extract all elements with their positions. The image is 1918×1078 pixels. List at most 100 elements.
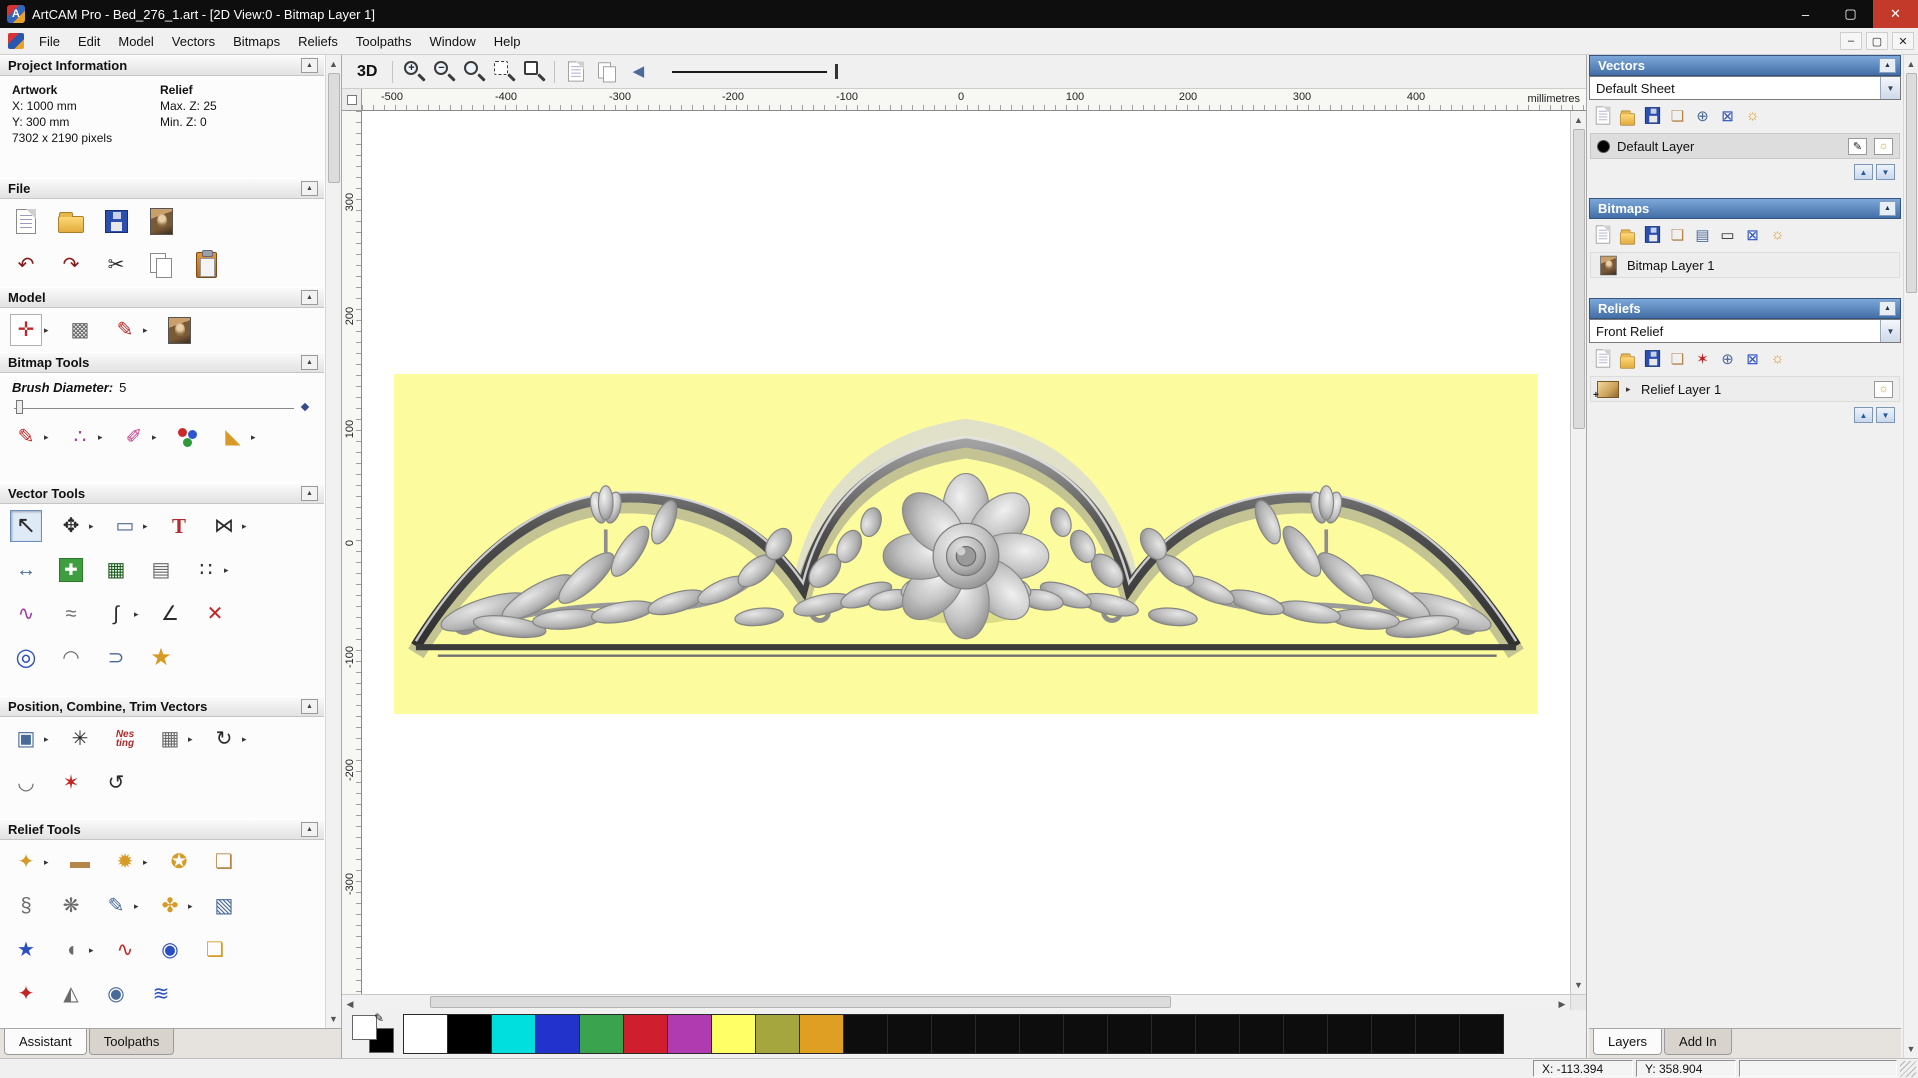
- maximize-button[interactable]: ▢: [1828, 0, 1873, 28]
- toggle-3d-view-button[interactable]: 3D: [350, 61, 384, 83]
- create-ring-button[interactable]: ◎: [10, 642, 42, 674]
- layer-colour-swatch[interactable]: [1597, 139, 1610, 153]
- star-relief-button[interactable]: ★: [10, 934, 42, 966]
- create-polyline-button[interactable]: ✚: [55, 554, 87, 586]
- cut-button[interactable]: ✂: [100, 249, 132, 281]
- trim-vectors-button[interactable]: ✕: [199, 598, 231, 630]
- offset-relief-button[interactable]: ❏: [208, 846, 240, 878]
- mdi-close-button[interactable]: ✕: [1892, 32, 1914, 50]
- set-origin-button[interactable]: ▩: [64, 314, 96, 346]
- toggle-relief-visibility-button[interactable]: ☼: [1767, 348, 1788, 369]
- new-relief-layer-button[interactable]: [1592, 348, 1613, 369]
- save-model-button[interactable]: [100, 205, 132, 237]
- zoom-to-selection-button[interactable]: [563, 59, 589, 85]
- move-layer-down-button[interactable]: ▼: [1876, 164, 1895, 180]
- line-width-control[interactable]: [672, 64, 839, 79]
- flyout-arrow-icon[interactable]: ▸: [152, 432, 159, 443]
- mirror-vectors-button[interactable]: ⋈: [208, 510, 240, 542]
- relief-layer-row[interactable]: + ▸ Relief Layer 1 ☼: [1590, 376, 1900, 402]
- pick-colour-button[interactable]: ✐: [118, 421, 150, 453]
- flyout-arrow-icon[interactable]: ▸: [242, 521, 249, 532]
- chevron-down-icon[interactable]: ▼: [1880, 320, 1900, 342]
- relief-extra-button-4[interactable]: ≋: [145, 978, 177, 1010]
- collapse-button[interactable]: ▲: [301, 181, 318, 196]
- sculpting-button[interactable]: ✎: [100, 890, 132, 922]
- relief-selector[interactable]: Front Relief ▼: [1589, 319, 1901, 343]
- flyout-arrow-icon[interactable]: ▸: [224, 565, 231, 576]
- scroll-down-button[interactable]: ▼: [1571, 976, 1587, 994]
- measure-button[interactable]: ↔: [10, 554, 42, 586]
- mdi-minimize-button[interactable]: –: [1840, 32, 1862, 50]
- save-bitmap-layer-button[interactable]: [1642, 224, 1663, 245]
- redo-button[interactable]: ↷: [55, 249, 87, 281]
- flyout-arrow-icon[interactable]: ▸: [134, 901, 141, 912]
- flyout-arrow-icon[interactable]: ▸: [89, 945, 96, 956]
- open-vector-layer-button[interactable]: [1617, 105, 1638, 126]
- palette-swatch[interactable]: [843, 1014, 888, 1054]
- stamp-relief-button[interactable]: ✤: [154, 890, 186, 922]
- transform-vectors-button[interactable]: ✥: [55, 510, 87, 542]
- menu-edit[interactable]: Edit: [69, 29, 109, 54]
- minimize-button[interactable]: –: [1783, 0, 1828, 28]
- move-layer-up-button[interactable]: ▲: [1854, 407, 1873, 423]
- undo-button[interactable]: ↶: [10, 249, 42, 281]
- menu-model[interactable]: Model: [109, 29, 162, 54]
- palette-swatch[interactable]: [887, 1014, 932, 1054]
- bitmap-layer-row[interactable]: Bitmap Layer 1: [1590, 252, 1900, 278]
- palette-swatch[interactable]: [1415, 1014, 1460, 1054]
- scrollbar-thumb[interactable]: [327, 73, 340, 183]
- zoom-window-button[interactable]: [491, 59, 517, 84]
- create-text-button[interactable]: T: [163, 510, 195, 542]
- sculpt-smooth-button[interactable]: §: [10, 890, 42, 922]
- spiral-button[interactable]: ↺: [100, 767, 132, 799]
- paste-along-curve-button[interactable]: ∷: [190, 554, 222, 586]
- shape-editor-button[interactable]: ✦: [10, 846, 42, 878]
- palette-swatch[interactable]: [667, 1014, 712, 1054]
- palette-swatch[interactable]: [755, 1014, 800, 1054]
- copy-button[interactable]: [145, 249, 177, 281]
- zoom-to-drawing-button[interactable]: [594, 59, 620, 85]
- assistant-scrollbar[interactable]: ▲ ▼: [325, 55, 341, 1028]
- palette-swatch[interactable]: [1371, 1014, 1416, 1054]
- move-layer-up-button[interactable]: ▲: [1854, 164, 1873, 180]
- create-star-button[interactable]: ★: [145, 642, 177, 674]
- palette-swatch[interactable]: [623, 1014, 668, 1054]
- menu-vectors[interactable]: Vectors: [163, 29, 224, 54]
- open-model-button[interactable]: [55, 205, 87, 237]
- set-model-size-button[interactable]: ✛: [10, 314, 42, 346]
- flyout-arrow-icon[interactable]: ▸: [251, 432, 258, 443]
- previous-view-button[interactable]: ◀: [625, 59, 651, 85]
- vector-layer-row[interactable]: Default Layer ✎ ☼: [1590, 133, 1900, 159]
- merge-layers-button[interactable]: ⊕: [1692, 105, 1713, 126]
- collapse-button[interactable]: ▲: [301, 699, 318, 714]
- notes-button[interactable]: ✎: [109, 314, 141, 346]
- menu-file[interactable]: File: [30, 29, 69, 54]
- scrollbar-thumb[interactable]: [1572, 129, 1585, 429]
- menu-toolpaths[interactable]: Toolpaths: [347, 29, 421, 54]
- scroll-up-button[interactable]: ▲: [1571, 111, 1587, 129]
- palette-swatch[interactable]: [1239, 1014, 1284, 1054]
- nesting-button[interactable]: Nes ting: [109, 723, 141, 755]
- palette-swatch[interactable]: [579, 1014, 624, 1054]
- palette-swatch[interactable]: [711, 1014, 756, 1054]
- palette-swatch[interactable]: [1063, 1014, 1108, 1054]
- line-width-handle[interactable]: [835, 64, 839, 79]
- palette-swatch[interactable]: [447, 1014, 492, 1054]
- palette-swatch[interactable]: [535, 1014, 580, 1054]
- texture-relief-button[interactable]: ✹: [109, 846, 141, 878]
- flyout-arrow-icon[interactable]: ▸: [44, 857, 51, 868]
- chevron-down-icon[interactable]: ▼: [1880, 77, 1900, 99]
- weave-wizard-button[interactable]: ❋: [55, 890, 87, 922]
- create-curve-button[interactable]: ∿: [10, 598, 42, 630]
- slider-handle[interactable]: [16, 400, 23, 414]
- flyout-arrow-icon[interactable]: ▸: [44, 432, 51, 443]
- vertical-scrollbar[interactable]: ▲ ▼: [1570, 111, 1586, 994]
- flood-fill-button[interactable]: ◣: [217, 421, 249, 453]
- new-vector-layer-button[interactable]: [1592, 105, 1613, 126]
- relief-extra-button-1[interactable]: ✦: [10, 978, 42, 1010]
- menu-reliefs[interactable]: Reliefs: [289, 29, 347, 54]
- flyout-arrow-icon[interactable]: ▸: [89, 521, 96, 532]
- wave-relief-button[interactable]: ∿: [109, 934, 141, 966]
- relief-sheet-button[interactable]: ❏: [1667, 348, 1688, 369]
- horizontal-scrollbar[interactable]: ◀ ▶: [342, 994, 1586, 1010]
